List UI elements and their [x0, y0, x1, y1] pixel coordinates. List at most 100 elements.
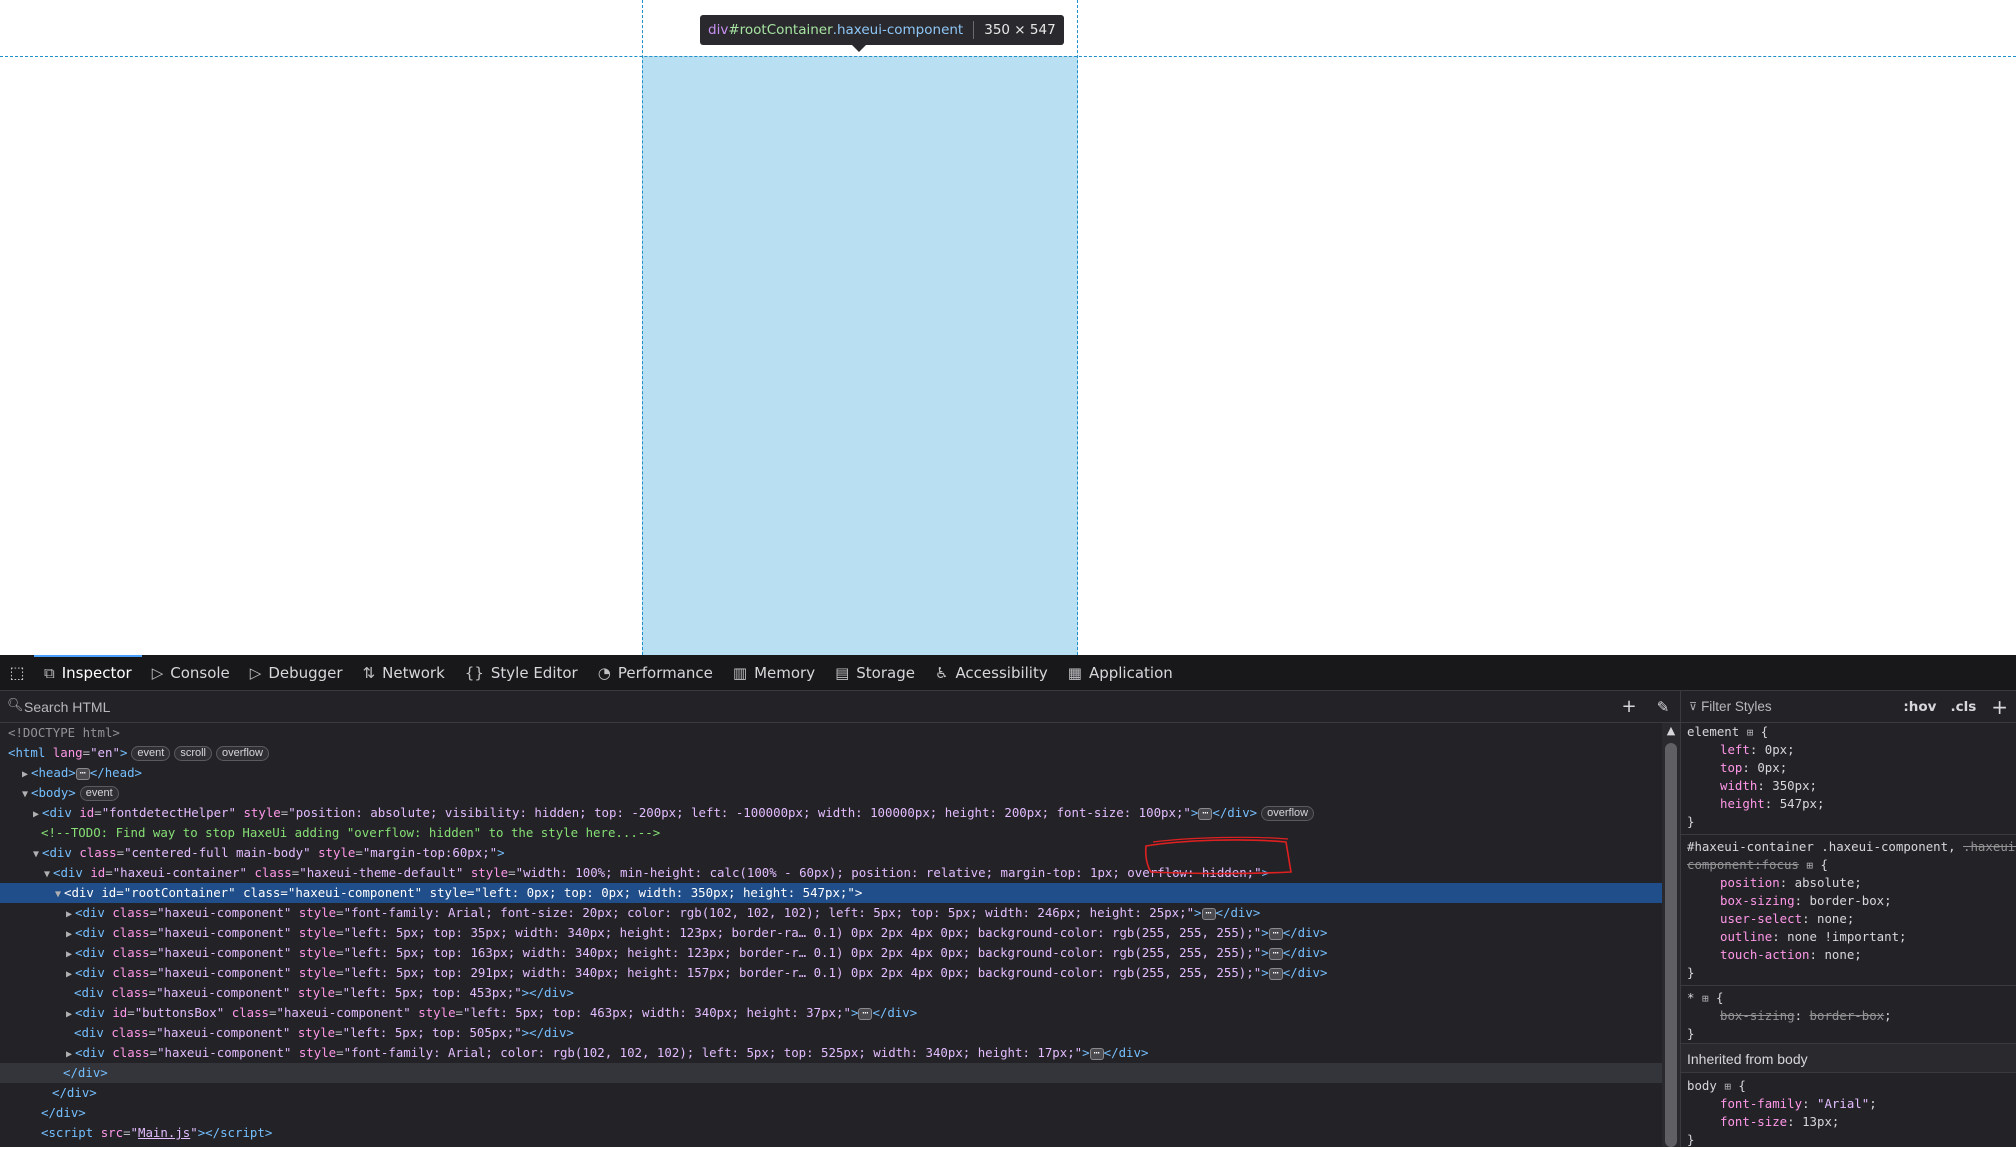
node-badge[interactable]: scroll [174, 746, 212, 761]
twisty-icon[interactable]: ▶ [63, 965, 75, 985]
css-property-value[interactable]: absolute [1795, 875, 1855, 890]
css-declaration[interactable]: font-size: 13px; [1687, 1113, 2016, 1131]
twisty-icon[interactable]: ▼ [41, 865, 53, 885]
css-property-value[interactable]: 13px [1802, 1114, 1832, 1129]
scroll-up-icon[interactable]: ▲ [1666, 725, 1676, 737]
markup-node-line[interactable]: <!DOCTYPE html> [0, 723, 1662, 743]
node-badge[interactable]: event [79, 786, 119, 801]
search-html-input[interactable] [0, 691, 1612, 722]
filter-styles-input[interactable] [1697, 691, 1897, 722]
rule-selector-cont[interactable]: component:focus ⊞ { [1687, 856, 2016, 874]
collapsed-ellipsis-icon[interactable]: ⋯ [1268, 927, 1283, 940]
collapsed-ellipsis-icon[interactable]: ⋯ [1198, 807, 1213, 820]
markup-node-line[interactable]: ▶ <div id="buttonsBox" class="haxeui-comp… [0, 1003, 1662, 1023]
tab-console[interactable]: ▷ Console [142, 655, 240, 691]
css-property-name[interactable]: touch-action [1720, 947, 1810, 962]
twisty-icon[interactable]: ▶ [63, 925, 75, 945]
tab-application[interactable]: ▦ Application [1058, 655, 1183, 691]
markup-node-line[interactable]: <!--TODO: Find way to stop HaxeUi adding… [0, 823, 1662, 843]
css-property-name[interactable]: box-sizing [1720, 893, 1795, 908]
node-badge[interactable]: overflow [1261, 806, 1315, 821]
markup-node-line[interactable]: ▼ <body> event [0, 783, 1662, 803]
markup-node-line[interactable]: ▼ <div id="rootContainer" class="haxeui-c… [0, 883, 1662, 903]
css-declaration[interactable]: touch-action: none; [1687, 946, 2016, 964]
twisty-icon[interactable]: ▶ [63, 1045, 75, 1065]
eyedropper-icon[interactable]: ✎ [1646, 691, 1680, 723]
css-property-value[interactable]: 547px [1780, 796, 1817, 811]
twisty-icon[interactable]: ▼ [19, 785, 31, 805]
tab-memory[interactable]: ▥ Memory [723, 655, 825, 691]
css-property-value[interactable]: border-box [1810, 1008, 1885, 1023]
rule-selector[interactable]: * ⊞ { [1687, 989, 2016, 1007]
markup-scrollbar[interactable]: ▲ [1662, 723, 1680, 1147]
tab-inspector[interactable]: ⧉ Inspector [34, 654, 142, 691]
collapsed-ellipsis-icon[interactable]: ⋯ [858, 1007, 873, 1020]
tab-accessibility[interactable]: ♿ Accessibility [925, 655, 1058, 691]
markup-node-line[interactable]: <script src="Main.js"></script> [0, 1123, 1662, 1143]
collapsed-ellipsis-icon[interactable]: ⋯ [1268, 967, 1283, 980]
collapsed-ellipsis-icon[interactable]: ⋯ [1268, 947, 1283, 960]
css-property-value[interactable]: none !important [1787, 929, 1899, 944]
css-declaration[interactable]: outline: none !important; [1687, 928, 2016, 946]
rule-selector[interactable]: body ⊞ { [1687, 1077, 2016, 1095]
tab-debugger[interactable]: ▷ Debugger [240, 655, 353, 691]
markup-node-line[interactable]: ▶ <div id="fontdetectHelper" style="posit… [0, 803, 1662, 823]
twisty-icon[interactable]: ▼ [52, 885, 64, 905]
collapsed-ellipsis-icon[interactable]: ⋯ [1201, 907, 1216, 920]
grid-icon[interactable]: ⊞ [1724, 1080, 1731, 1093]
add-rule-button[interactable]: + [1983, 695, 2016, 719]
markup-node-line[interactable]: ▶ <div class="haxeui-component" style="le… [0, 923, 1662, 943]
collapsed-ellipsis-icon[interactable]: ⋯ [1089, 1047, 1104, 1060]
tab-style-editor[interactable]: {} Style Editor [455, 655, 588, 691]
css-property-name[interactable]: outline [1720, 929, 1772, 944]
css-property-value[interactable]: none [1824, 947, 1854, 962]
hov-toggle-button[interactable]: :hov [1896, 699, 1943, 715]
cls-toggle-button[interactable]: .cls [1943, 699, 1983, 715]
markup-view[interactable]: <!DOCTYPE html> <html lang="en"> event scro… [0, 723, 1662, 1147]
css-property-name[interactable]: font-size [1720, 1114, 1787, 1129]
css-property-value[interactable]: border-box [1810, 893, 1885, 908]
node-badge[interactable]: event [131, 746, 171, 761]
css-property-name[interactable]: width [1720, 778, 1757, 793]
css-declaration[interactable]: position: absolute; [1687, 874, 2016, 892]
twisty-icon[interactable]: ▶ [19, 765, 31, 785]
markup-node-line[interactable]: <html lang="en"> event scroll overflow [0, 743, 1662, 763]
markup-node-line[interactable]: <div class="haxeui-component" style="lef… [0, 983, 1662, 1003]
markup-node-line[interactable]: </div> [0, 1103, 1662, 1123]
node-badge[interactable]: overflow [216, 746, 269, 761]
markup-node-line[interactable]: ▶ <div class="haxeui-component" style="fo… [0, 1043, 1662, 1063]
markup-node-line[interactable]: ▶ <div class="haxeui-component" style="le… [0, 943, 1662, 963]
css-property-name[interactable]: position [1720, 875, 1780, 890]
css-property-name[interactable]: left [1720, 742, 1750, 757]
css-property-value[interactable]: 0px [1765, 742, 1787, 757]
tab-storage[interactable]: ▤ Storage [825, 655, 925, 691]
css-property-name[interactable]: height [1720, 796, 1765, 811]
grid-icon[interactable]: ⊞ [1806, 859, 1813, 872]
grid-icon[interactable]: ⊞ [1747, 726, 1754, 739]
css-declaration[interactable]: box-sizing: border-box; [1687, 1007, 2016, 1025]
collapsed-ellipsis-icon[interactable]: ⋯ [75, 767, 90, 780]
css-property-value[interactable]: 0px [1757, 760, 1779, 775]
twisty-icon[interactable]: ▶ [63, 905, 75, 925]
markup-node-line[interactable]: ▼ <div class="centered-full main-body" st… [0, 843, 1662, 863]
grid-icon[interactable]: ⊞ [1702, 992, 1709, 1005]
markup-node-line[interactable]: </div> [0, 1063, 1662, 1083]
scrollbar-thumb[interactable] [1665, 743, 1677, 1147]
css-property-name[interactable]: top [1720, 760, 1742, 775]
css-declaration[interactable]: font-family: "Arial"; [1687, 1095, 2016, 1113]
rule-selector[interactable]: #haxeui-container .haxeui-component, .ha… [1687, 838, 2016, 856]
css-declaration[interactable]: top: 0px; [1687, 759, 2016, 777]
markup-node-line[interactable]: ▶ <div class="haxeui-component" style="fo… [0, 903, 1662, 923]
add-node-button[interactable]: + [1612, 691, 1646, 723]
rule-selector[interactable]: element ⊞ { [1687, 723, 2016, 741]
element-picker-icon[interactable]: ⬚ [0, 655, 34, 691]
twisty-icon[interactable]: ▼ [30, 845, 42, 865]
css-property-name[interactable]: font-family [1720, 1096, 1802, 1111]
css-declaration[interactable]: left: 0px; [1687, 741, 2016, 759]
tab-performance[interactable]: ◔ Performance [588, 655, 723, 691]
css-declaration[interactable]: box-sizing: border-box; [1687, 892, 2016, 910]
css-property-value[interactable]: none [1817, 911, 1847, 926]
css-property-value[interactable]: 350px [1772, 778, 1809, 793]
markup-node-line[interactable]: <div class="haxeui-component" style="lef… [0, 1023, 1662, 1043]
markup-node-line[interactable]: </div> [0, 1083, 1662, 1103]
